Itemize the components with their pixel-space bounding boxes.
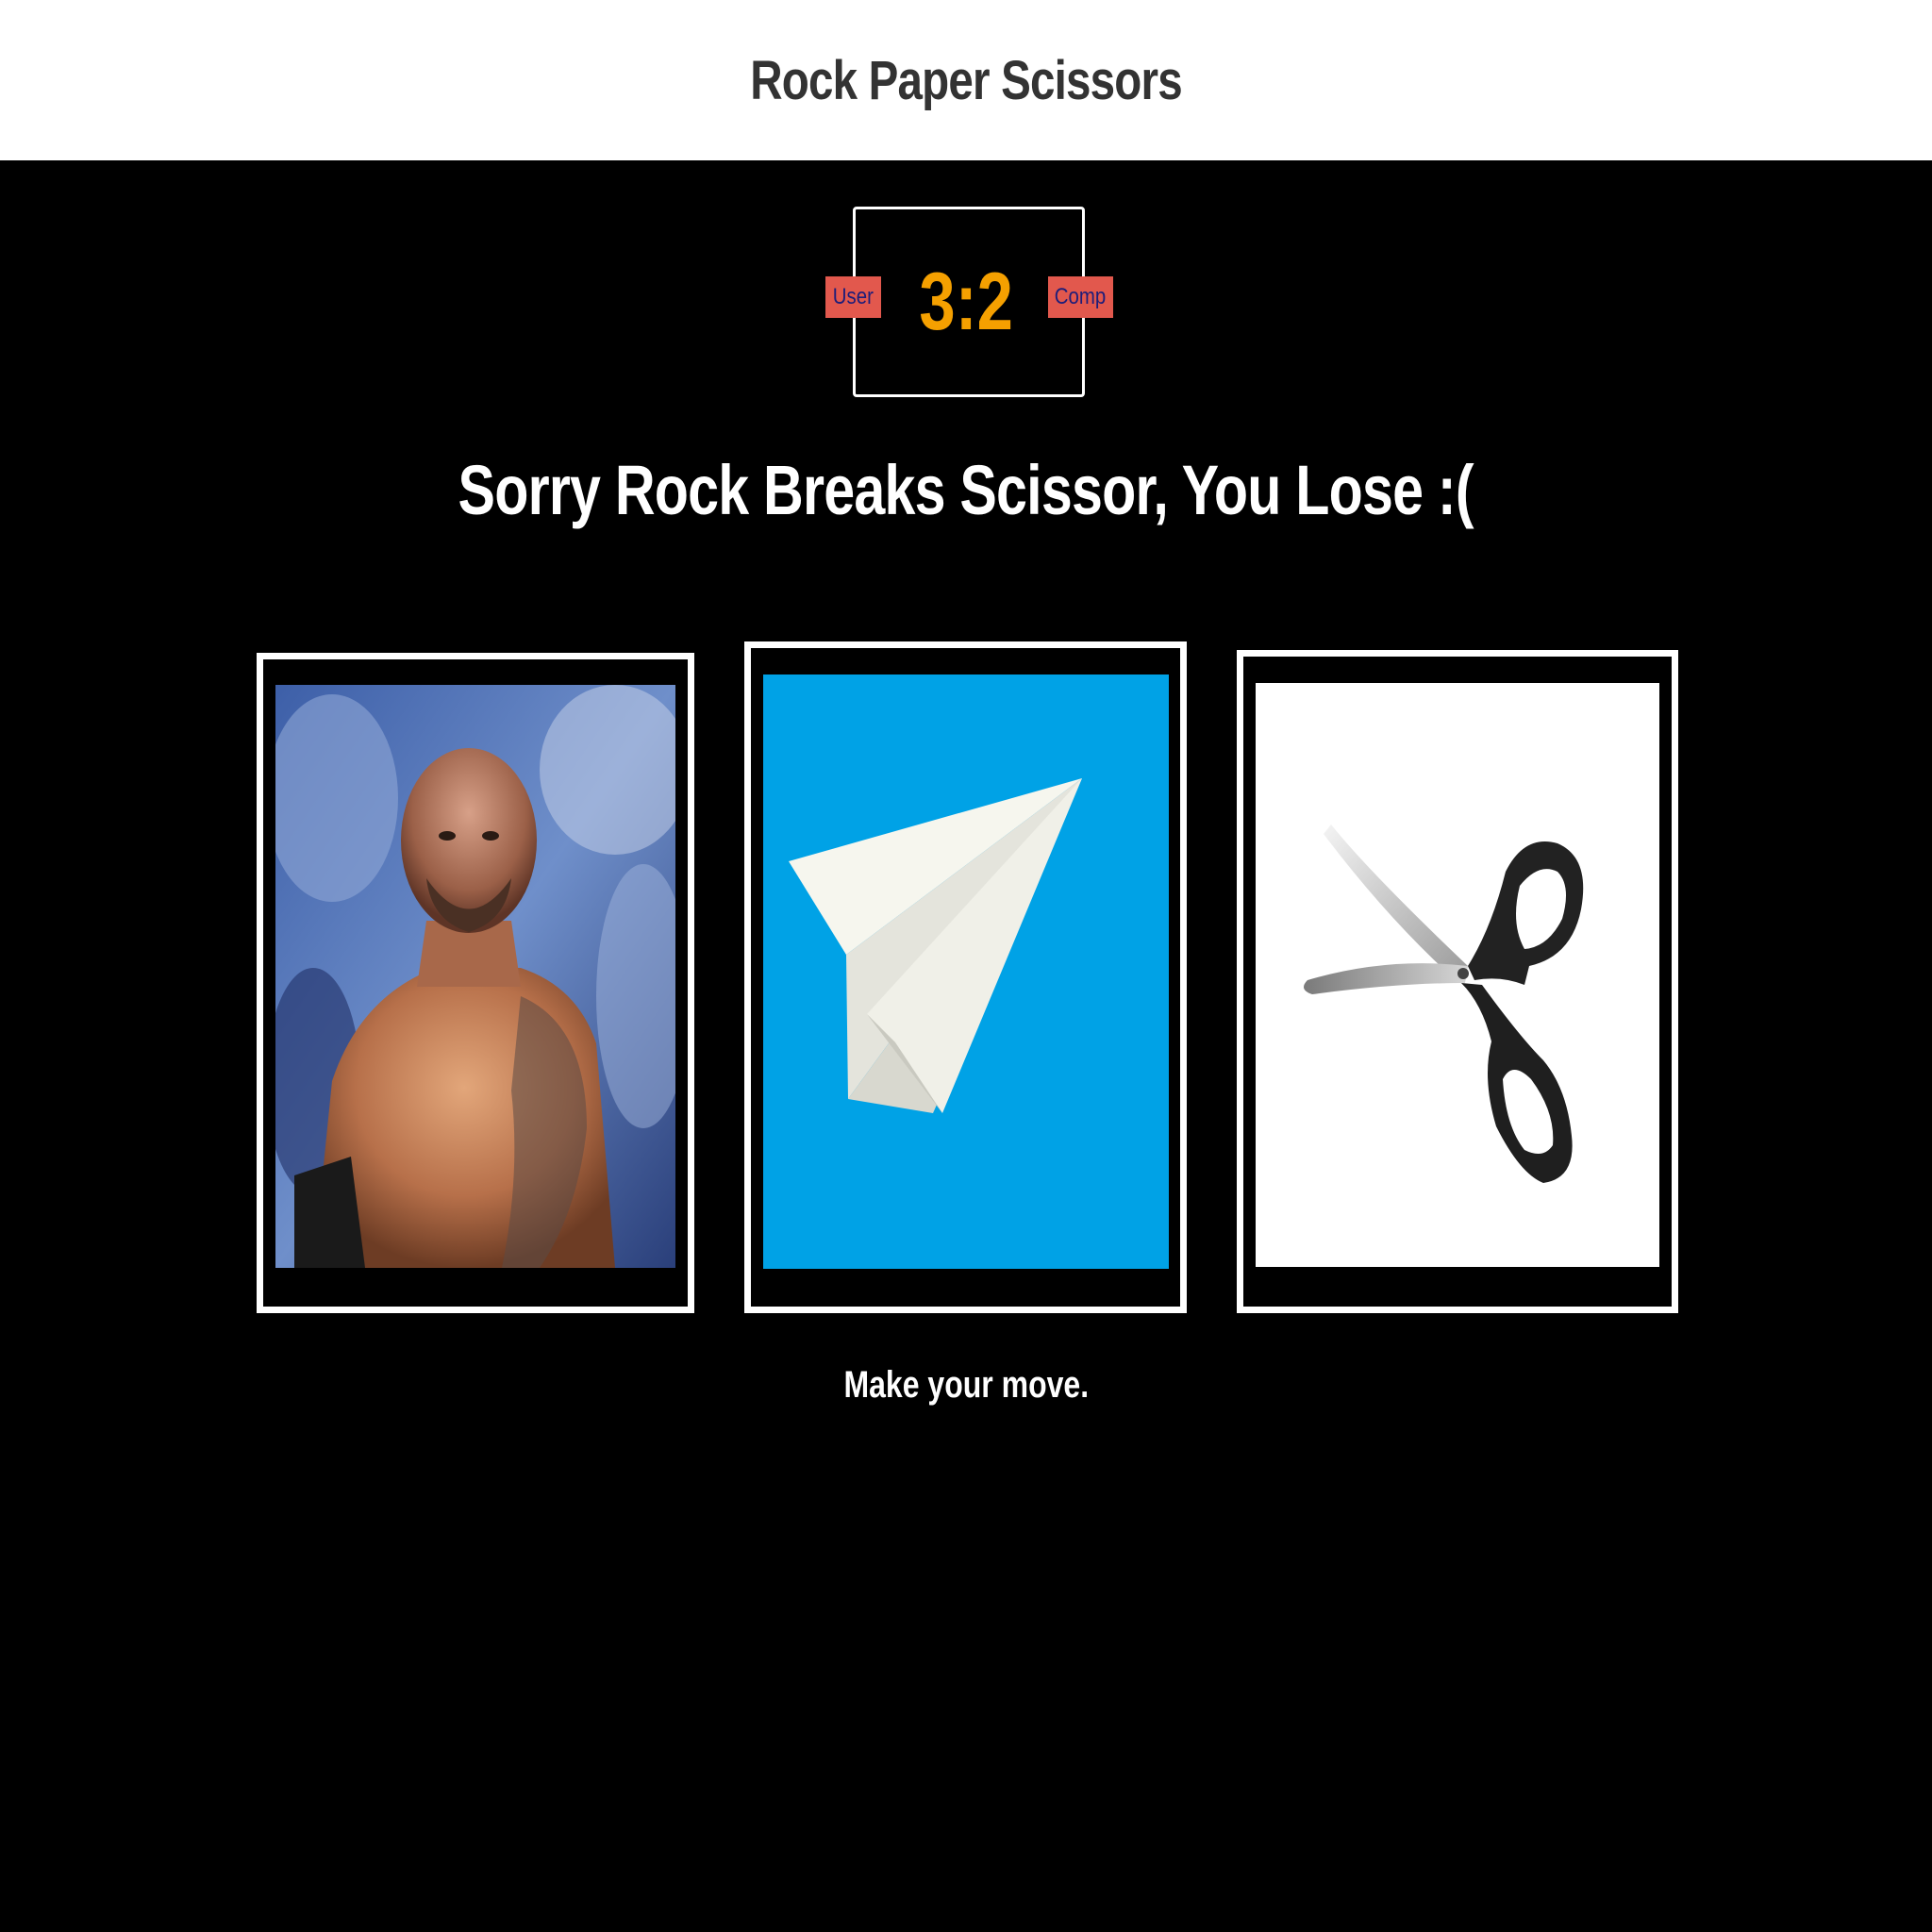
game-area: User 3:2 Comp Sorry Rock Breaks Scissor,…: [0, 160, 1932, 1932]
paper-image: [763, 675, 1169, 1269]
comp-score-badge: Comp: [1048, 276, 1113, 318]
move-prompt: Make your move.: [0, 1357, 1932, 1413]
scissors-icon: [1256, 683, 1659, 1267]
rock-choice-button[interactable]: [257, 653, 694, 1313]
wrestler-photo: [275, 685, 675, 1268]
rock-image: [275, 685, 675, 1268]
paper-choice-button[interactable]: [744, 641, 1187, 1313]
score-value: 3:2: [919, 256, 1013, 347]
score-display: 3:2: [891, 255, 1041, 349]
paper-plane-icon: [763, 675, 1169, 1269]
scissors-image: [1256, 683, 1659, 1267]
result-message: Sorry Rock Breaks Scissor, You Lose :(: [0, 443, 1932, 538]
scissors-choice-button[interactable]: [1237, 650, 1678, 1313]
move-prompt-text: Make your move.: [843, 1364, 1089, 1406]
page-header: Rock Paper Scissors: [0, 0, 1932, 160]
comp-label: Comp: [1055, 284, 1107, 309]
user-label: User: [832, 284, 874, 309]
result-text: Sorry Rock Breaks Scissor, You Lose :(: [458, 451, 1474, 529]
user-score-badge: User: [825, 276, 881, 318]
page-title: Rock Paper Scissors: [750, 49, 1182, 111]
